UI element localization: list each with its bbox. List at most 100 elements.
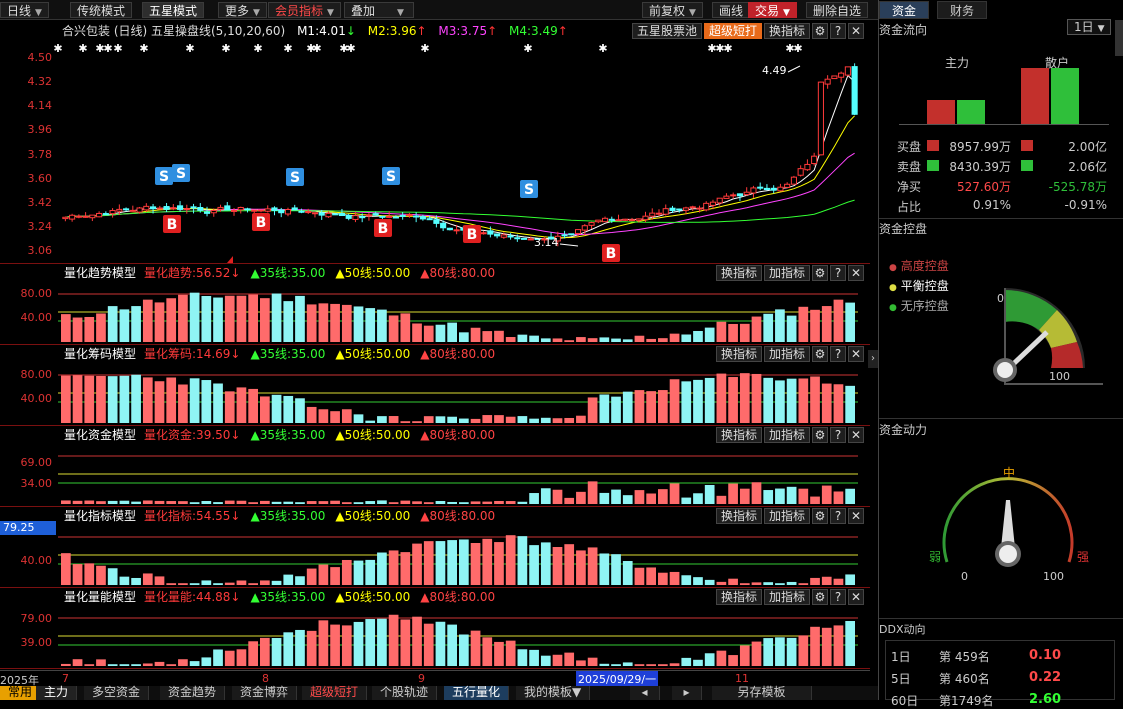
control-high: ● 高度控盘 xyxy=(889,259,949,273)
indicator-bar xyxy=(494,542,504,585)
tab-my-template[interactable]: 我的模板▼ xyxy=(516,686,591,700)
indicator-bar xyxy=(810,376,820,423)
indicator-bar xyxy=(716,495,727,504)
tab-five-elements[interactable]: 五行量化 xyxy=(444,686,510,700)
indicator-bar xyxy=(599,663,610,666)
candle-body xyxy=(419,216,426,220)
tab-funds[interactable]: 资金 xyxy=(879,1,930,19)
panel-scrollbar[interactable] xyxy=(1115,20,1123,56)
indicator-bar xyxy=(739,373,750,423)
indicator-bar xyxy=(564,544,575,585)
candle-body xyxy=(440,222,447,229)
indicator-chart[interactable] xyxy=(0,588,870,669)
indicator-bar xyxy=(494,500,504,504)
trade-button[interactable]: 交易 ▼ xyxy=(748,2,797,18)
candle-body xyxy=(521,237,528,240)
indicator-bar xyxy=(388,416,399,423)
candle-body xyxy=(635,218,642,221)
indicator-bar xyxy=(388,550,399,585)
tab-long-short-funds[interactable]: 多空资金 xyxy=(84,686,150,700)
indicator-bar xyxy=(72,375,83,423)
candle-body xyxy=(123,208,130,211)
indicator-bar xyxy=(505,640,516,666)
control-balance: ● 平衡控盘 xyxy=(889,279,949,293)
candle-body xyxy=(311,212,319,215)
kline-chart[interactable]: ✱ ✱ ✱✱ ✱ ✱ ✱ ✱ ✱ ✱ ✱✱ ✱✱ ✱ ✱ ✱ ✱✱✱ ✱✱S S S SSB B B BB4.493.14 xyxy=(0,20,870,264)
classic-mode-button[interactable]: 传统模式 xyxy=(70,2,133,18)
member-indicator-button[interactable]: 会员指标 ▼ xyxy=(268,2,341,18)
candle-body xyxy=(264,208,271,212)
candle-body xyxy=(345,214,352,219)
indicator-bar xyxy=(131,501,141,504)
tab-scroll-left-icon[interactable]: ◂ xyxy=(630,686,660,700)
star-marker: ✱ xyxy=(113,42,122,55)
indicator-bar xyxy=(271,501,282,504)
indicator-bar xyxy=(470,327,481,342)
indicator-bar xyxy=(716,373,727,423)
indicator-chart[interactable] xyxy=(0,345,870,426)
indicator-bar xyxy=(763,582,774,585)
control-disorder: ● 无序控盘 xyxy=(889,299,949,313)
tab-super-short[interactable]: 超级短打 xyxy=(302,686,368,700)
divider xyxy=(879,218,1123,219)
indicator-bar xyxy=(845,385,855,423)
indicator-bar xyxy=(306,501,317,504)
period-select[interactable]: 1日 ▼ xyxy=(1067,19,1111,35)
indicator-bar xyxy=(84,563,95,585)
more-button[interactable]: 更多 ▼ xyxy=(218,2,267,18)
candle-body xyxy=(682,207,690,211)
tab-finance[interactable]: 财务 xyxy=(937,1,988,19)
candle-body xyxy=(628,219,636,222)
indicator-bar xyxy=(810,577,820,585)
tab-fund-game[interactable]: 资金博弈 xyxy=(232,686,298,700)
indicator-bar xyxy=(704,377,715,423)
indicator-bar xyxy=(201,380,212,423)
five-star-mode-button[interactable]: 五星模式 xyxy=(142,2,205,18)
tab-common[interactable]: 常用 xyxy=(0,686,42,700)
indicator-chart[interactable] xyxy=(0,264,870,345)
indicator-bar xyxy=(61,375,71,423)
divider xyxy=(879,618,1123,619)
indicator-chart[interactable] xyxy=(0,507,870,588)
indicator-bar xyxy=(494,330,504,342)
indicator-chart[interactable] xyxy=(0,426,870,507)
indicator-bar xyxy=(681,497,692,504)
indicator-bar xyxy=(84,375,95,423)
indicator-bar xyxy=(295,502,305,504)
save-template-button[interactable]: 另存模板 xyxy=(712,686,812,700)
indicator-bar xyxy=(224,391,235,423)
indicator-bar xyxy=(459,634,469,666)
overlay-button[interactable]: 叠加 ▼ xyxy=(344,2,414,18)
candle-body xyxy=(790,176,797,185)
tab-main-force[interactable]: 主力 xyxy=(36,686,78,700)
indicator-bar xyxy=(236,649,247,666)
candle-body xyxy=(224,205,231,211)
indicator-bar xyxy=(634,335,645,342)
indicator-bar xyxy=(728,578,738,585)
delete-watchlist-button[interactable]: 删除自选 xyxy=(806,2,869,18)
draw-line-button[interactable]: 画线 xyxy=(712,2,751,18)
indicator-bar xyxy=(611,338,621,342)
indicator-bar xyxy=(798,635,809,666)
tab-stock-track[interactable]: 个股轨迹 xyxy=(372,686,438,700)
candle-body xyxy=(291,207,298,211)
candle-body xyxy=(379,215,386,218)
indicator-bar xyxy=(447,624,457,666)
candle-body xyxy=(608,218,615,221)
indicator-bar xyxy=(271,580,282,585)
indicator-bar xyxy=(693,379,703,423)
indicator-bar xyxy=(505,501,516,504)
buy-signal-letter: B xyxy=(606,246,617,262)
tab-scroll-right-icon[interactable]: ▸ xyxy=(672,686,702,700)
indicator-bar xyxy=(576,660,586,666)
indicator-bar xyxy=(622,339,633,342)
collapse-arrow-icon[interactable]: › xyxy=(868,350,878,368)
star-marker: ✱ xyxy=(78,42,87,55)
buy-signal-letter: B xyxy=(167,217,178,233)
indicator-bar xyxy=(529,545,539,585)
candle-body xyxy=(851,66,858,115)
period-daily-button[interactable]: 日线 ▼ xyxy=(0,2,49,18)
tab-fund-trend[interactable]: 资金趋势 xyxy=(160,686,226,700)
adjust-button[interactable]: 前复权 ▼ xyxy=(642,2,703,18)
candle-body xyxy=(561,234,568,237)
